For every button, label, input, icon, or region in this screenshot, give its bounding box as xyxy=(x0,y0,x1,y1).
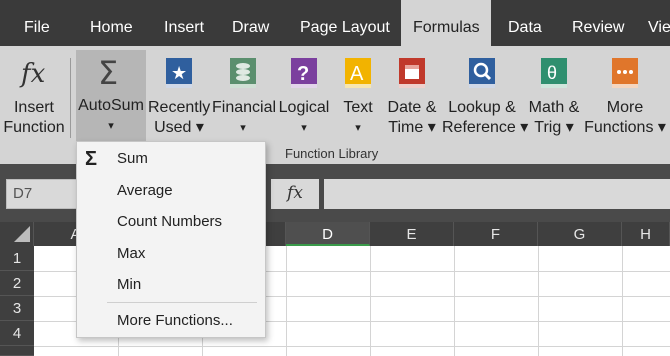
gridline xyxy=(34,346,670,347)
svg-text:?: ? xyxy=(297,63,309,85)
insert-function-label-1: Insert xyxy=(13,99,54,116)
text-book-icon: A xyxy=(341,56,375,90)
date-time-label-2: Time ▾ xyxy=(388,119,436,136)
svg-text:θ: θ xyxy=(547,63,557,83)
gridline xyxy=(622,246,623,356)
row-header-2[interactable]: 2 xyxy=(0,271,34,296)
tab-data[interactable]: Data xyxy=(496,0,554,46)
row-header-3[interactable]: 3 xyxy=(0,296,34,321)
lookup-reference-label-2: Reference ▾ xyxy=(442,119,529,136)
autosum-dropdown-arrow[interactable]: ▾ xyxy=(76,116,146,136)
financial-label: Financial xyxy=(212,99,277,116)
more-functions-button[interactable]: More Functions ▾ xyxy=(584,52,666,142)
text-button[interactable]: A Text ▾ xyxy=(336,52,380,142)
svg-text:fx: fx xyxy=(19,59,46,89)
menu-item-max-label: Max xyxy=(117,245,146,262)
calendar-book-icon xyxy=(395,56,429,90)
tab-file[interactable]: File xyxy=(12,0,62,46)
tab-home[interactable]: Home xyxy=(78,0,145,46)
select-all-corner[interactable] xyxy=(0,222,34,246)
insert-function-fx-button[interactable]: fx xyxy=(271,179,319,209)
tab-view[interactable]: Vie xyxy=(636,0,670,46)
menu-item-sum[interactable]: Σ Sum xyxy=(77,144,265,174)
row-header-4[interactable]: 4 xyxy=(0,321,34,346)
menu-item-min-label: Min xyxy=(117,276,142,293)
insert-function-label-2: Function xyxy=(3,119,65,136)
dots-book-icon xyxy=(608,56,642,90)
menu-item-count-numbers[interactable]: Count Numbers xyxy=(77,207,265,237)
formula-input[interactable] xyxy=(324,179,670,209)
autosum-button[interactable]: Σ AutoSum ▾ xyxy=(76,50,146,142)
text-dropdown-arrow: ▾ xyxy=(355,122,361,134)
math-trig-button[interactable]: θ Math & Trig ▾ xyxy=(524,52,584,142)
gridline xyxy=(454,246,455,356)
tab-insert[interactable]: Insert xyxy=(152,0,216,46)
recently-used-button[interactable]: ★ Recently Used ▾ xyxy=(148,52,210,142)
menu-item-average-label: Average xyxy=(117,182,173,199)
tab-page-layout[interactable]: Page Layout xyxy=(288,0,402,46)
financial-dropdown-arrow: ▾ xyxy=(240,122,246,134)
tab-draw[interactable]: Draw xyxy=(220,0,281,46)
coins-book-icon xyxy=(226,56,260,90)
svg-text:★: ★ xyxy=(171,63,187,83)
svg-text:A: A xyxy=(350,63,364,85)
math-trig-label-2: Trig ▾ xyxy=(534,119,574,136)
tab-formulas[interactable]: Formulas xyxy=(401,0,491,46)
theta-book-icon: θ xyxy=(537,56,571,90)
function-library-group-label: Function Library xyxy=(285,146,379,161)
text-label: Text xyxy=(343,99,373,116)
autosum-label: AutoSum xyxy=(78,97,144,114)
menu-item-more-functions-label: More Functions... xyxy=(117,312,233,329)
column-header-h[interactable]: H xyxy=(622,222,670,246)
column-header-f[interactable]: F xyxy=(454,222,538,246)
more-functions-label-1: More xyxy=(606,99,644,116)
date-time-button[interactable]: Date & Time ▾ xyxy=(384,52,440,142)
autosum-dropdown-menu: Σ Sum Average Count Numbers Max Min More… xyxy=(76,141,266,338)
row-header-1[interactable]: 1 xyxy=(0,246,34,271)
menu-item-average[interactable]: Average xyxy=(77,176,265,206)
ribbon-separator xyxy=(70,58,71,138)
recently-used-label-2: Used ▾ xyxy=(154,119,204,136)
ribbon-tab-bar: File Home Insert Draw Page Layout Formul… xyxy=(0,0,670,46)
menu-item-sum-label: Sum xyxy=(117,150,148,167)
lookup-reference-button[interactable]: Lookup & Reference ▾ xyxy=(442,52,529,142)
menu-item-count-numbers-label: Count Numbers xyxy=(117,213,223,230)
math-trig-label-1: Math & xyxy=(528,99,580,116)
menu-separator xyxy=(107,302,257,303)
menu-item-max[interactable]: Max xyxy=(77,239,265,269)
gridline xyxy=(538,246,539,356)
gridline xyxy=(370,246,371,356)
logical-button[interactable]: ? Logical ▾ xyxy=(276,52,332,142)
date-time-label-1: Date & xyxy=(387,99,437,116)
row-header-5[interactable] xyxy=(0,346,34,356)
column-header-e[interactable]: E xyxy=(370,222,454,246)
tab-review[interactable]: Review xyxy=(560,0,636,46)
recently-used-label-1: Recently xyxy=(148,99,211,116)
gridline xyxy=(286,246,287,356)
menu-item-more-functions[interactable]: More Functions... xyxy=(77,306,265,336)
logical-label: Logical xyxy=(278,99,330,116)
more-functions-label-2: Functions ▾ xyxy=(584,119,666,136)
menu-item-min[interactable]: Min xyxy=(77,270,265,300)
star-book-icon: ★ xyxy=(162,56,196,90)
column-header-d[interactable]: D xyxy=(286,222,370,246)
question-book-icon: ? xyxy=(287,56,321,90)
column-header-g[interactable]: G xyxy=(538,222,622,246)
sigma-icon: Σ xyxy=(85,148,98,170)
financial-button[interactable]: Financial ▾ xyxy=(212,52,277,142)
insert-function-button[interactable]: fx Insert Function xyxy=(2,52,66,142)
sigma-icon: Σ xyxy=(94,54,128,92)
search-book-icon xyxy=(465,56,499,90)
fx-icon: fx xyxy=(17,56,51,90)
lookup-reference-label-1: Lookup & xyxy=(448,99,516,116)
svg-text:Σ: Σ xyxy=(98,54,118,88)
logical-dropdown-arrow: ▾ xyxy=(301,122,307,134)
